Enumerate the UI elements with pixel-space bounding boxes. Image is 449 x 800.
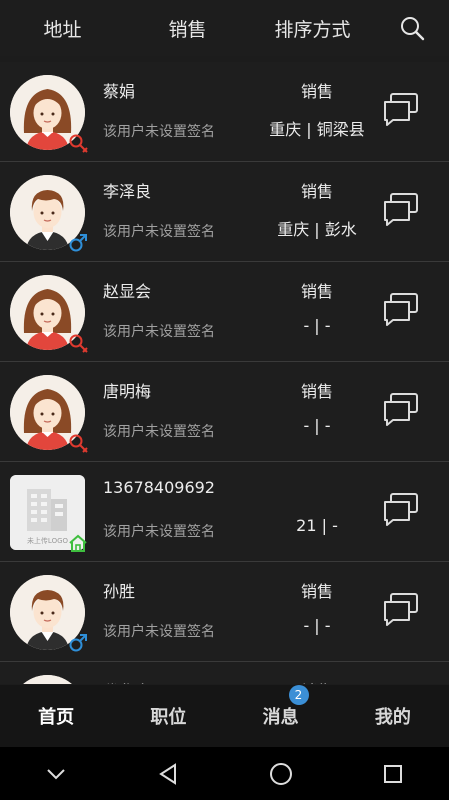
user-name: 唐明梅 — [103, 382, 152, 401]
user-location: - | - — [303, 316, 331, 335]
back-button[interactable] — [148, 754, 188, 794]
chat-bubble-icon — [384, 93, 418, 126]
male-gender-icon — [69, 634, 87, 652]
user-location: 重庆 | 铜梁县 — [269, 120, 365, 139]
avatar[interactable] — [10, 75, 88, 153]
tab-jobs[interactable]: 职位 — [112, 703, 224, 729]
recents-button[interactable] — [373, 754, 413, 794]
avatar[interactable] — [10, 375, 88, 453]
user-signature: 该用户未设置签名 — [103, 424, 215, 440]
chat-button[interactable] — [381, 590, 421, 630]
avatar[interactable] — [10, 275, 88, 353]
chat-bubble-icon — [384, 293, 418, 326]
chat-button[interactable] — [381, 190, 421, 230]
female-avatar-icon — [23, 675, 72, 684]
female-gender-icon — [69, 134, 88, 153]
user-name: 孙胜 — [103, 582, 136, 601]
gender-badge — [67, 432, 89, 454]
chat-bubble-icon — [384, 493, 418, 526]
user-location: - | - — [303, 616, 331, 635]
user-location: - | - — [303, 416, 331, 435]
list-item[interactable]: 孙胜 该用户未设置签名 销售 - | - — [0, 562, 449, 662]
list-item[interactable]: 蔡娟 该用户未设置签名 销售 重庆 | 铜梁县 — [0, 62, 449, 162]
tab-messages-label: 消息 — [262, 707, 299, 728]
tab-mine[interactable]: 我的 — [337, 703, 449, 729]
chat-button[interactable] — [381, 90, 421, 130]
avatar[interactable] — [10, 675, 85, 684]
chevron-down-icon — [47, 768, 65, 779]
tab-home[interactable]: 首页 — [0, 703, 112, 729]
list-item[interactable]: 赵显会 该用户未设置签名 销售 - | - — [0, 262, 449, 362]
bottom-tab-bar: 首页 职位 消息 2 我的 — [0, 685, 449, 747]
user-job: 销售 — [262, 678, 372, 684]
back-triangle-icon — [159, 762, 177, 785]
chat-bubble-icon — [384, 593, 418, 626]
chat-button[interactable] — [381, 390, 421, 430]
list-item[interactable]: 未上传LOGO 13678409692 该用户未设置签名 21 | - — [0, 462, 449, 562]
list-item[interactable]: 李泽良 该用户未设置签名 销售 重庆 | 彭水 — [0, 162, 449, 262]
app-root: 地址 销售 排序方式 蔡娟 该用户未设置签名 销售 重庆 | 铜梁县 李泽良 该… — [0, 0, 449, 800]
avatar[interactable] — [10, 575, 87, 652]
user-location: 21 | - — [296, 516, 338, 535]
search-button[interactable] — [375, 0, 449, 56]
avatar-image — [10, 675, 85, 684]
user-signature: 该用户未设置签名 — [103, 124, 215, 140]
tab-mine-label: 我的 — [374, 707, 411, 728]
user-name: 赵显会 — [103, 282, 152, 301]
gender-badge — [67, 532, 89, 554]
user-signature: 该用户未设置签名 — [103, 224, 215, 240]
tab-jobs-label: 职位 — [150, 707, 187, 728]
home-button[interactable] — [261, 754, 301, 794]
chat-bubble-icon — [384, 393, 418, 426]
gender-badge — [67, 232, 89, 254]
gender-badge — [67, 132, 89, 154]
user-job: 销售 — [300, 582, 333, 601]
male-gender-icon — [69, 234, 87, 252]
filter-address[interactable]: 地址 — [0, 15, 125, 42]
user-job: 销售 — [300, 382, 333, 401]
user-name: 代华宇 — [103, 678, 151, 684]
logo-placeholder-text: 未上传LOGO — [27, 536, 69, 545]
system-nav-bar — [0, 747, 449, 800]
search-icon — [401, 17, 425, 41]
list-item[interactable]: 唐明梅 该用户未设置签名 销售 - | - — [0, 362, 449, 462]
user-name: 蔡娟 — [103, 82, 136, 101]
avatar[interactable] — [10, 175, 87, 252]
recents-square-icon — [383, 764, 402, 783]
user-name: 13678409692 — [103, 478, 215, 497]
unread-badge: 2 — [288, 685, 309, 705]
gender-badge — [67, 332, 89, 354]
female-gender-icon — [69, 434, 88, 453]
tab-messages[interactable]: 消息 2 — [225, 685, 337, 729]
user-signature: 该用户未设置签名 — [103, 524, 215, 540]
user-name: 李泽良 — [103, 182, 152, 201]
filter-sales[interactable]: 销售 — [125, 15, 250, 42]
user-job: 销售 — [300, 282, 333, 301]
avatar[interactable]: 未上传LOGO — [10, 475, 87, 552]
user-job: 销售 — [300, 82, 333, 101]
user-location: 重庆 | 彭水 — [277, 220, 357, 239]
user-job: 销售 — [300, 182, 333, 201]
hide-keyboard-button[interactable] — [36, 754, 76, 794]
list-item[interactable]: 代华宇 该用户未设置签名 销售 — [0, 662, 449, 684]
filter-bar: 地址 销售 排序方式 — [0, 0, 449, 56]
chat-button[interactable] — [381, 490, 421, 530]
tab-home-label: 首页 — [38, 707, 75, 728]
chat-bubble-icon — [384, 193, 418, 226]
gender-badge — [67, 632, 89, 654]
filter-sort[interactable]: 排序方式 — [250, 15, 375, 42]
female-gender-icon — [69, 334, 88, 353]
chat-button[interactable] — [381, 290, 421, 330]
user-signature: 该用户未设置签名 — [103, 624, 215, 640]
user-list: 蔡娟 该用户未设置签名 销售 重庆 | 铜梁县 李泽良 该用户未设置签名 销售 … — [0, 62, 449, 684]
home-circle-icon — [269, 762, 292, 785]
company-home-icon — [69, 534, 87, 552]
user-signature: 该用户未设置签名 — [103, 324, 215, 340]
